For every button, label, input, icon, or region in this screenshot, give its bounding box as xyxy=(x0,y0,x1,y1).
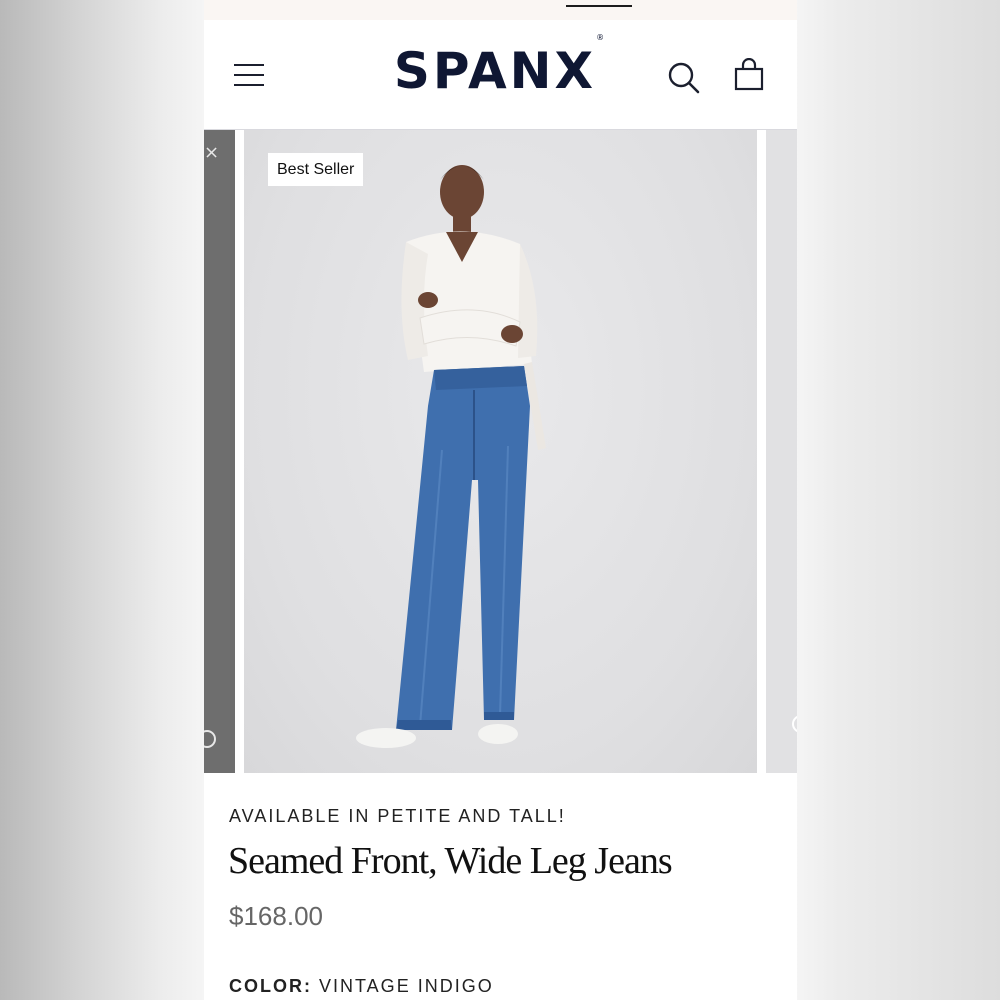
product-price: $168.00 xyxy=(229,901,323,931)
brand-logo[interactable]: SPANX® xyxy=(374,33,624,100)
status-indicator xyxy=(566,5,632,7)
color-label: COLOR: xyxy=(229,976,312,996)
registered-mark: ® xyxy=(596,33,605,43)
search-icon[interactable] xyxy=(666,60,702,96)
video-control-icon[interactable] xyxy=(204,730,216,748)
status-strip xyxy=(204,0,797,20)
product-info: AVAILABLE IN PETITE AND TALL! Seamed Fro… xyxy=(204,773,797,1000)
promo-text: AVAILABLE IN PETITE AND TALL! xyxy=(229,806,566,826)
product-image-carousel[interactable]: ⨯ Best Seller xyxy=(204,130,797,773)
mute-icon[interactable]: ⨯ xyxy=(204,142,219,163)
product-image[interactable]: Best Seller xyxy=(244,130,757,773)
phone-screen: SPANX® ⨯ Best Seller AVAILABLE IN PETITE… xyxy=(204,0,797,1000)
hamburger-menu-icon[interactable] xyxy=(232,60,268,90)
video-control-icon[interactable] xyxy=(792,715,797,733)
color-value: VINTAGE INDIGO xyxy=(319,976,494,996)
model-figure xyxy=(356,165,546,748)
product-title: Seamed Front, Wide Leg Jeans xyxy=(228,840,673,882)
color-selection: COLOR: VINTAGE INDIGO xyxy=(229,976,494,997)
shopping-bag-icon[interactable] xyxy=(732,57,768,94)
next-slide[interactable] xyxy=(766,130,797,773)
previous-slide[interactable]: ⨯ xyxy=(204,130,235,773)
brand-logo-text: SPANX xyxy=(393,42,597,100)
site-header: SPANX® xyxy=(204,20,797,130)
